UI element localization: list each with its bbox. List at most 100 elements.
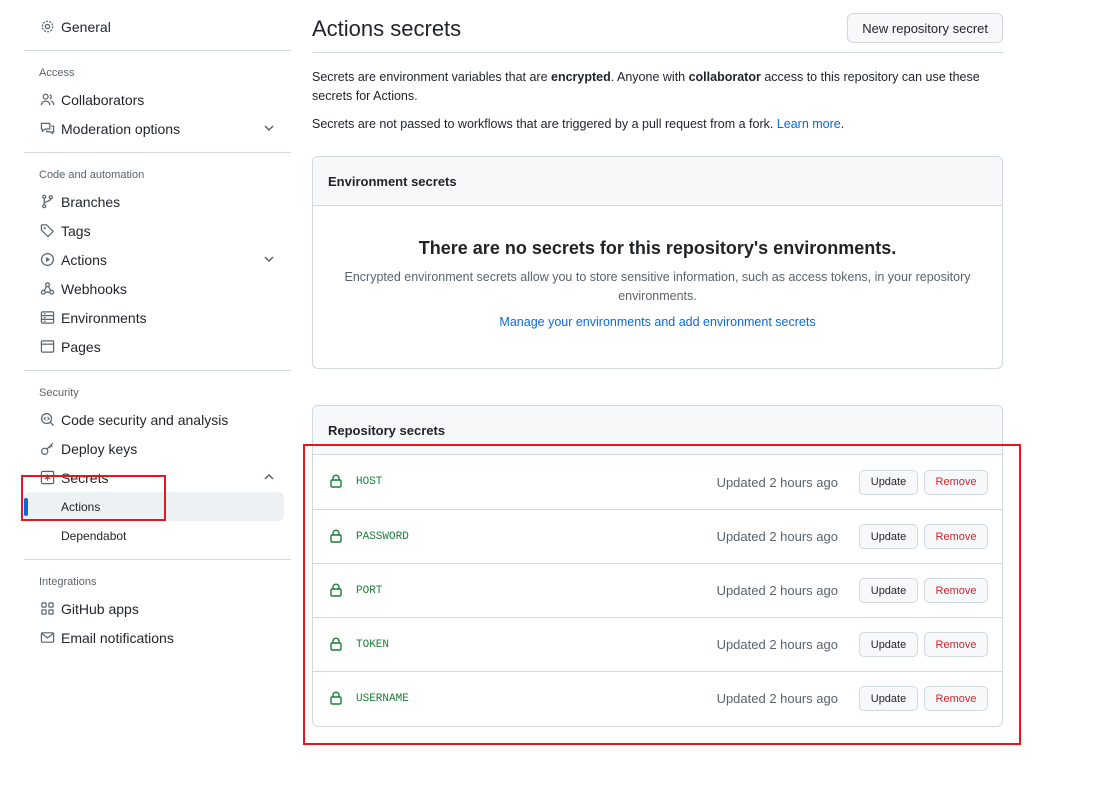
sidebar-item-label: GitHub apps: [61, 600, 139, 617]
lock-icon: [330, 583, 342, 597]
sidebar-item-pages[interactable]: Pages: [24, 332, 291, 361]
remove-secret-button[interactable]: Remove: [924, 686, 988, 711]
divider: [24, 559, 291, 560]
lock-icon: [330, 691, 342, 705]
secret-name: TOKEN: [356, 638, 390, 651]
sidebar-item-environments[interactable]: Environments: [24, 303, 291, 332]
update-secret-button[interactable]: Update: [859, 524, 918, 549]
secret-updated-time: Updated 2 hours ago: [716, 691, 838, 706]
settings-sidebar: General Access Collaborators Moderation …: [24, 12, 291, 652]
sidebar-item-branches[interactable]: Branches: [24, 187, 291, 216]
update-secret-button[interactable]: Update: [859, 578, 918, 603]
update-secret-button[interactable]: Update: [859, 632, 918, 657]
sidebar-item-label: Collaborators: [61, 91, 145, 108]
chevron-down-icon[interactable]: [263, 253, 275, 265]
sidebar-item-label: Actions: [61, 251, 107, 268]
browser-icon: [39, 339, 55, 355]
environment-secrets-blankslate: There are no secrets for this repository…: [313, 206, 1002, 331]
remove-secret-button[interactable]: Remove: [924, 524, 988, 549]
new-repository-secret-button[interactable]: New repository secret: [847, 13, 1003, 43]
learn-more-link[interactable]: Learn more: [777, 117, 841, 131]
comment-discussion-icon: [39, 121, 55, 137]
chevron-down-icon[interactable]: [263, 122, 275, 134]
sidebar-item-tags[interactable]: Tags: [24, 216, 291, 245]
sidebar-subitem-secrets-dependabot[interactable]: Dependabot: [24, 521, 291, 550]
remove-secret-button[interactable]: Remove: [924, 632, 988, 657]
sidebar-heading-code: Code and automation: [39, 168, 145, 181]
repository-secrets-header: Repository secrets: [313, 406, 1002, 455]
sidebar-item-code-security[interactable]: Code security and analysis: [24, 405, 291, 434]
page-title: Actions secrets: [312, 16, 462, 41]
sidebar-item-collaborators[interactable]: Collaborators: [24, 85, 291, 114]
secret-name: PASSWORD: [356, 530, 409, 543]
blankslate-text: Encrypted environment secrets allow you …: [344, 270, 971, 303]
sidebar-item-email-notifications[interactable]: Email notifications: [24, 623, 291, 652]
sidebar-item-secrets[interactable]: Secrets: [24, 463, 291, 492]
environment-secrets-box: Environment secrets There are no secrets…: [312, 156, 1003, 369]
remove-secret-button[interactable]: Remove: [924, 578, 988, 603]
desc-text: Secrets are not passed to workflows that…: [312, 117, 777, 131]
sidebar-item-moderation[interactable]: Moderation options: [24, 114, 291, 143]
chevron-up-icon[interactable]: [263, 471, 275, 483]
update-secret-button[interactable]: Update: [859, 686, 918, 711]
divider: [312, 52, 1003, 53]
desc-emphasis: collaborator: [688, 70, 761, 84]
tag-icon: [39, 223, 55, 239]
sidebar-item-label: Pages: [61, 338, 101, 355]
git-branch-icon: [39, 194, 55, 210]
divider: [24, 370, 291, 371]
codescan-icon: [39, 412, 55, 428]
environment-secrets-header: Environment secrets: [313, 157, 1002, 206]
manage-environments-link[interactable]: Manage your environments and add environ…: [499, 315, 815, 329]
sidebar-item-github-apps[interactable]: GitHub apps: [24, 594, 291, 623]
secrets-description: Secrets are environment variables that a…: [312, 68, 1003, 106]
secret-row: USERNAME Updated 2 hours ago Update Remo…: [313, 671, 1002, 725]
sidebar-heading-access: Access: [39, 66, 75, 79]
desc-text: Secrets are environment variables that a…: [312, 70, 552, 84]
sidebar-heading-security: Security: [39, 386, 79, 399]
secret-name: USERNAME: [356, 692, 409, 705]
sidebar-item-label: Webhooks: [61, 280, 127, 297]
repository-secrets-box: Repository secrets HOST Updated 2 hours …: [312, 405, 1003, 727]
secret-updated-time: Updated 2 hours ago: [716, 637, 838, 652]
secret-row: HOST Updated 2 hours ago Update Remove: [313, 455, 1002, 509]
apps-icon: [39, 601, 55, 617]
remove-secret-button[interactable]: Remove: [924, 469, 988, 495]
secret-name: HOST: [356, 476, 383, 488]
sidebar-item-deploy-keys[interactable]: Deploy keys: [24, 434, 291, 463]
lock-icon: [330, 474, 342, 488]
secret-row: PASSWORD Updated 2 hours ago Update Remo…: [313, 509, 1002, 563]
desc-text: . Anyone with: [610, 70, 689, 84]
desc-emphasis: encrypted: [551, 70, 611, 84]
secret-row: TOKEN Updated 2 hours ago Update Remove: [313, 617, 1002, 671]
secret-updated-time: Updated 2 hours ago: [716, 474, 838, 490]
secret-name: PORT: [356, 584, 383, 597]
key-asterisk-icon: [39, 470, 55, 486]
play-icon: [39, 252, 55, 268]
sidebar-item-general[interactable]: General: [24, 12, 291, 41]
sidebar-item-label: Environments: [61, 309, 147, 326]
sidebar-item-actions[interactable]: Actions: [24, 245, 291, 274]
secrets-list: HOST Updated 2 hours ago Update Remove P…: [313, 455, 1002, 725]
sidebar-item-label: Dependabot: [61, 528, 127, 543]
sidebar-item-label: General: [61, 18, 111, 35]
sidebar-item-label: Deploy keys: [61, 440, 138, 457]
sidebar-item-webhooks[interactable]: Webhooks: [24, 274, 291, 303]
server-icon: [39, 310, 55, 326]
secret-updated-time: Updated 2 hours ago: [716, 529, 838, 544]
sidebar-heading-integrations: Integrations: [39, 575, 97, 588]
sidebar-item-label: Actions: [61, 499, 101, 514]
sidebar-item-label: Code security and analysis: [61, 411, 229, 428]
sidebar-subitem-secrets-actions[interactable]: Actions: [24, 492, 284, 521]
sidebar-item-label: Branches: [61, 193, 121, 210]
secret-updated-time: Updated 2 hours ago: [716, 583, 838, 598]
sidebar-item-label: Email notifications: [61, 629, 174, 646]
people-icon: [39, 92, 55, 108]
divider: [24, 50, 291, 51]
blankslate-title: There are no secrets for this repository…: [418, 238, 897, 258]
webhook-icon: [39, 281, 55, 297]
sidebar-item-label: Moderation options: [61, 120, 181, 137]
update-secret-button[interactable]: Update: [859, 469, 918, 495]
divider: [24, 152, 291, 153]
lock-icon: [330, 529, 342, 543]
